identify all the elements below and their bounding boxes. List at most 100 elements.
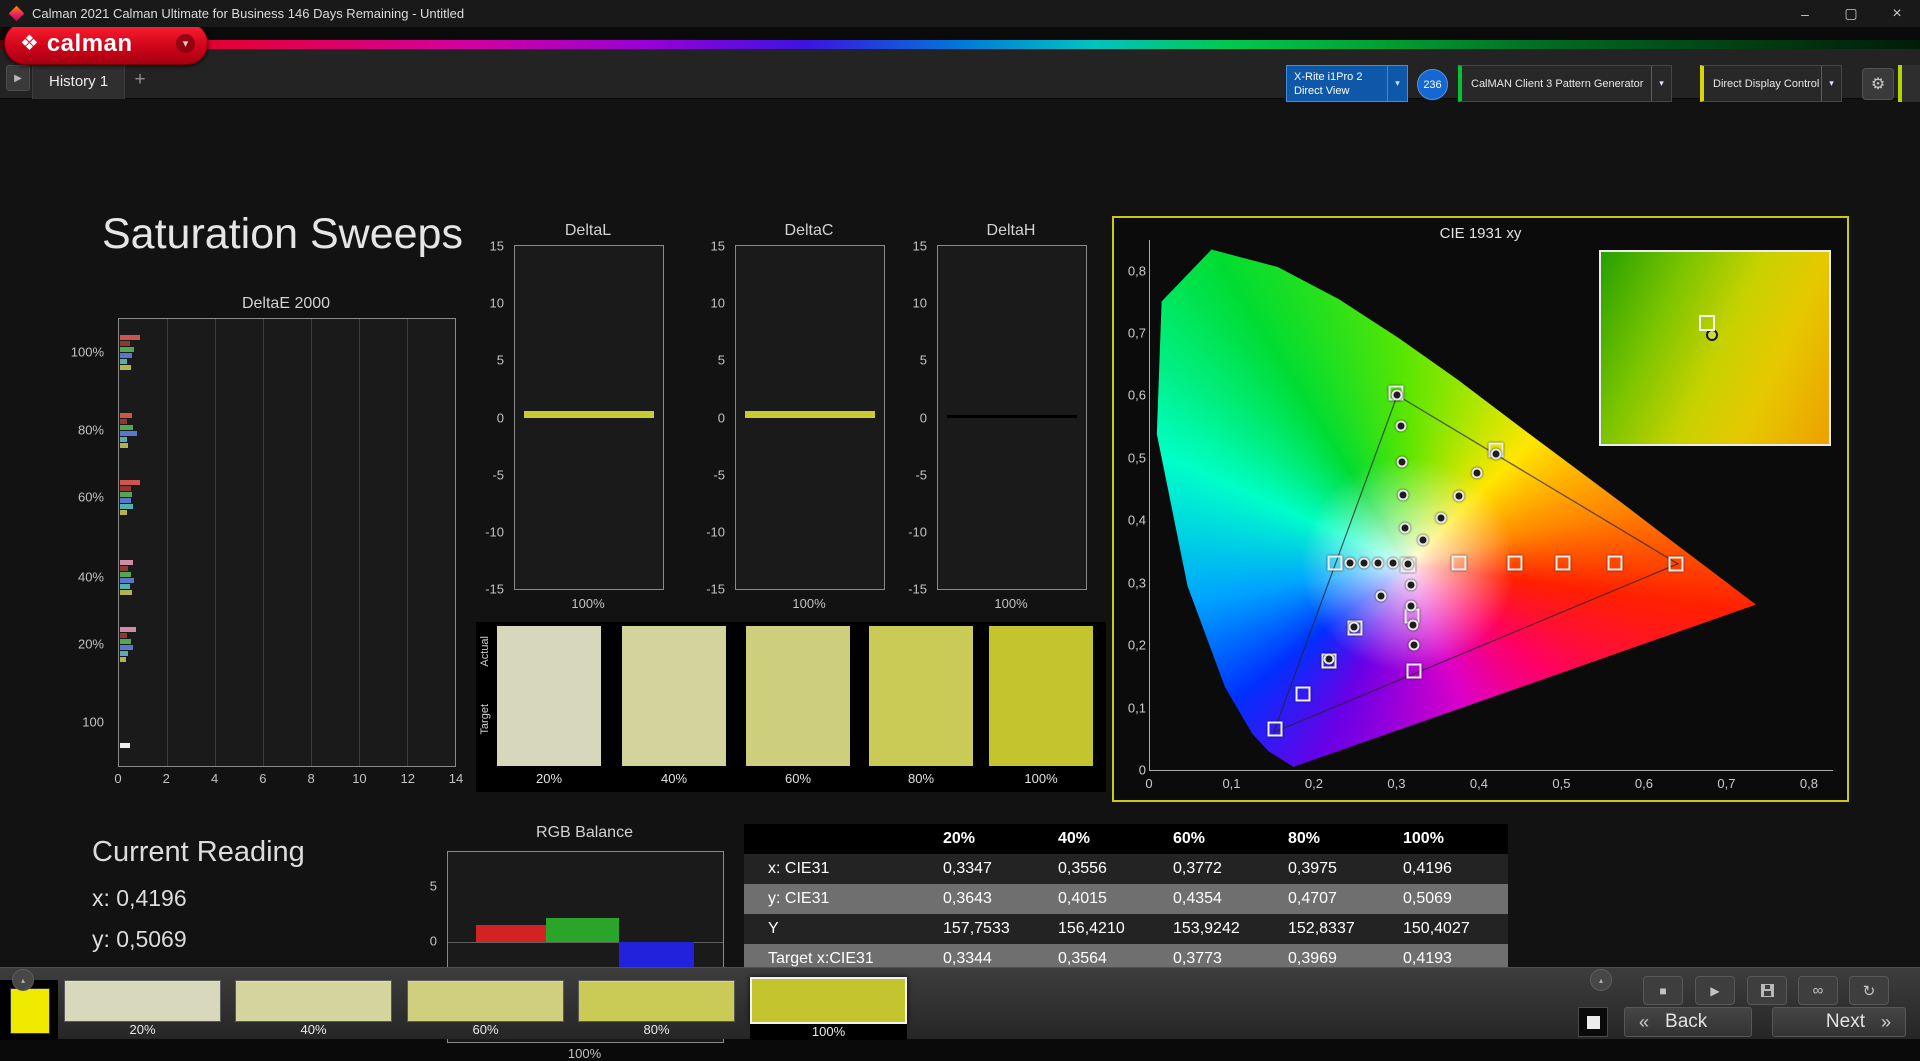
target-row-label: Target — [479, 704, 491, 735]
swatch-column-label: 100% — [1024, 771, 1058, 786]
cie-measured-point — [1387, 557, 1399, 569]
deltae-bar — [120, 578, 135, 584]
cie-x-tick-label: 0,7 — [1717, 776, 1736, 791]
meter-dropdown[interactable]: X-Rite i1Pro 2 Direct View ▾ — [1286, 65, 1408, 102]
collapse-handle-right[interactable]: ▴ — [1590, 969, 1612, 991]
calman-menu-button[interactable]: ❖ calman ▾ — [4, 22, 208, 65]
mini-y-tick-label: -5 — [492, 467, 504, 483]
swatch-column — [497, 626, 601, 766]
mini-y-tick-label: 10 — [912, 295, 927, 311]
patch-button-80%[interactable]: 80% — [578, 980, 735, 1040]
deltae-bar — [120, 566, 129, 572]
save-icon — [1760, 984, 1774, 997]
pattern-window-toggle[interactable] — [1578, 1007, 1608, 1037]
table-cell: 0,5069 — [1403, 890, 1452, 907]
table-cell: 150,4027 — [1403, 920, 1470, 937]
cie-ylabels: 0 0,1 0,2 0,3 0,4 0,5 0,6 0,7 0,8 — [1118, 240, 1146, 777]
patch-label: 80% — [643, 1022, 670, 1037]
rgb-balance-title: RGB Balance — [536, 824, 633, 841]
cie-measured-point — [1490, 448, 1502, 460]
pattern-window-icon — [1586, 1015, 1600, 1029]
refresh-button[interactable]: ↻ — [1849, 976, 1889, 1005]
rgb-bar-green — [545, 917, 620, 942]
table-column-header: 80% — [1288, 830, 1321, 847]
patch-button-100%[interactable]: 100% — [750, 977, 907, 1040]
history-expand-button[interactable]: ▶ — [6, 65, 30, 91]
swatch-strip: Actual Target 20% 40% 60% 80% 100% — [476, 622, 1106, 792]
save-button[interactable] — [1747, 976, 1787, 1005]
table-column-header: 40% — [1058, 830, 1091, 847]
pattern-generator-dropdown[interactable]: CalMAN Client 3 Pattern Generator ▾ — [1458, 65, 1672, 102]
patch-button-20%[interactable]: 20% — [64, 980, 221, 1040]
deltae-x-tick-label: 0 — [114, 771, 122, 786]
link-icon: ∞ — [1812, 982, 1824, 999]
cie-measured-point — [1344, 557, 1356, 569]
workspace: Saturation Sweeps DeltaE 2000 100% 80% 60%… — [0, 98, 1920, 1061]
table-cell: 157,7533 — [943, 920, 1010, 937]
deltae-plot — [118, 318, 456, 767]
meter-count-badge[interactable]: 236 — [1417, 69, 1448, 100]
deltae-xlabels: 0 2 4 6 8 10 12 14 — [114, 771, 463, 787]
deltae-bar — [120, 436, 128, 442]
patch-label: 60% — [472, 1022, 499, 1037]
mini-y-tick-label: 10 — [489, 295, 504, 311]
cie-x-tick-label: 0,4 — [1469, 776, 1488, 791]
display-control-dropdown[interactable]: Direct Display Control ▾ — [1700, 65, 1842, 102]
link-button[interactable]: ∞ — [1798, 976, 1838, 1005]
swatch-column-label: 20% — [535, 771, 563, 786]
restore-button[interactable]: ▢ — [1828, 0, 1874, 27]
patch-swatch — [578, 980, 735, 1022]
mini-y-tick-label: 5 — [717, 352, 725, 368]
collapse-handle-left[interactable]: ▴ — [12, 969, 34, 991]
cie-measured-point — [1399, 522, 1411, 534]
swatch-column — [746, 626, 850, 766]
back-button[interactable]: « Back — [1624, 1007, 1752, 1037]
next-button[interactable]: Next » — [1772, 1007, 1906, 1037]
patch-label: 20% — [129, 1022, 156, 1037]
collapsed-panel-edge[interactable] — [1898, 65, 1920, 102]
minimize-button[interactable]: – — [1782, 0, 1828, 27]
deltae-bar — [120, 509, 128, 515]
table-cell: 0,3772 — [1173, 860, 1222, 877]
table-cell: 152,8337 — [1288, 920, 1355, 937]
tab-history-1[interactable]: History 1 — [32, 62, 126, 99]
table-row-label: y: CIE31 — [768, 890, 830, 907]
gear-icon[interactable]: ⚙ — [1862, 68, 1894, 100]
chevron-down-icon: ▾ — [1387, 66, 1407, 101]
patch-button-40%[interactable]: 40% — [235, 980, 392, 1040]
play-button[interactable]: ▶ — [1695, 976, 1735, 1005]
deltae-bar — [120, 503, 134, 509]
close-button[interactable]: × — [1874, 0, 1920, 27]
table-cell: 0,4015 — [1058, 890, 1107, 907]
cie-measured-point — [1348, 621, 1360, 633]
chevron-left-icon: « — [1639, 1011, 1650, 1032]
patch-button-60%[interactable]: 60% — [407, 980, 564, 1040]
current-patch[interactable] — [10, 988, 50, 1034]
deltae-bar — [120, 651, 129, 657]
cie-measured-point — [1417, 534, 1429, 546]
deltae-bar — [120, 424, 134, 430]
deltae-group-label: 60% — [77, 489, 104, 505]
cie-measured-point — [1323, 653, 1335, 665]
cie-measured-point — [1402, 558, 1414, 570]
patch-label: 40% — [300, 1022, 327, 1037]
actual-row-label: Actual — [479, 636, 491, 667]
chevron-right-icon: » — [1880, 1011, 1891, 1032]
table-cell: 0,3347 — [943, 860, 992, 877]
deltae-group-label: 80% — [77, 422, 104, 438]
cie-x-tick-label: 0,3 — [1387, 776, 1406, 791]
mini-y-tick-label: 10 — [710, 295, 725, 311]
add-tab-button[interactable]: + — [128, 67, 152, 93]
delta-bar — [946, 414, 1078, 418]
deltae-bar-group — [120, 560, 455, 596]
deltae-bar — [120, 743, 130, 749]
swatch-column — [869, 626, 973, 766]
meter-mode: Direct View — [1294, 85, 1350, 97]
deltae-gridline — [215, 319, 216, 766]
deltae-bar-group — [120, 627, 455, 663]
stop-button[interactable]: ■ — [1643, 976, 1683, 1005]
deltah-chart: DeltaH 15 10 5 0 -5 -10 -15 100% — [897, 222, 1089, 622]
next-label: Next — [1825, 1011, 1865, 1032]
table-cell: 0,4354 — [1173, 890, 1222, 907]
mini-y-tick-label: -15 — [706, 581, 725, 597]
